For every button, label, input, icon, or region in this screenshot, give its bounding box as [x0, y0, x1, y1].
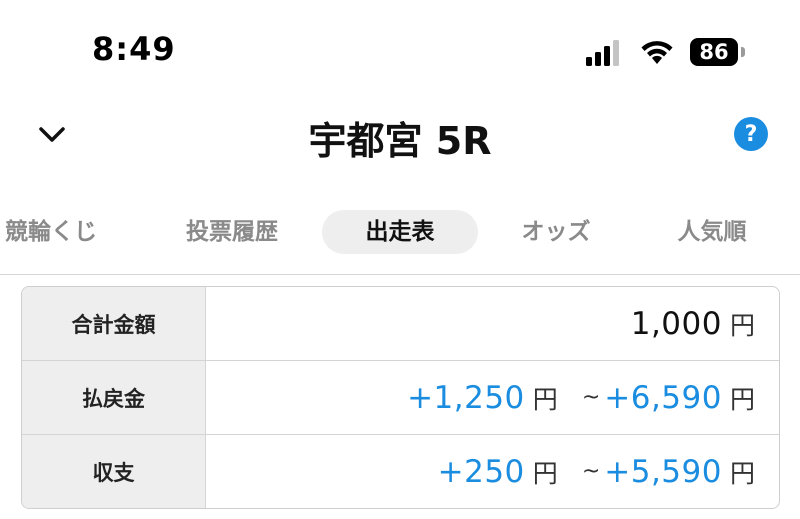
balance-max: +5,590 [604, 453, 722, 490]
tab-vote-history[interactable]: 投票履歴 [176, 210, 288, 254]
battery-cap [741, 47, 745, 57]
table-row-payout: 払戻金 +1,250 円 ~ +6,590 円 [22, 361, 779, 435]
payout-max: +6,590 [604, 379, 722, 416]
summary-table: 合計金額 1,000 円 払戻金 +1,250 円 ~ +6,590 円 収支 … [21, 286, 780, 509]
battery-icon: 86 [690, 38, 746, 68]
payout-max-unit: 円 [729, 384, 755, 414]
balance-separator: ~ [581, 459, 601, 484]
battery-level: 86 [690, 38, 738, 66]
wifi-icon [641, 41, 673, 64]
status-time: 8:49 [92, 30, 176, 68]
table-row-total: 合計金額 1,000 円 [22, 287, 779, 361]
payout-min: +1,250 [407, 379, 525, 416]
page-title: 宇都宮 5R [308, 119, 492, 163]
payout-value: +1,250 円 ~ +6,590 円 [206, 361, 779, 434]
cellular-signal-icon [586, 40, 619, 66]
tab-bar: 競輪くじ 投票履歴 出走表 オッズ 人気順 [0, 206, 800, 258]
balance-min-unit: 円 [532, 458, 558, 488]
tab-odds[interactable]: オッズ [510, 210, 602, 254]
status-bar: 8:49 86 [0, 0, 800, 100]
tab-race-card[interactable]: 出走表 [322, 210, 478, 254]
table-row-balance: 収支 +250 円 ~ +5,590 円 [22, 435, 779, 508]
balance-label: 収支 [22, 435, 206, 508]
total-unit: 円 [729, 310, 755, 340]
tab-popularity[interactable]: 人気順 [668, 210, 756, 254]
balance-value: +250 円 ~ +5,590 円 [206, 435, 779, 508]
balance-min: +250 [437, 453, 525, 490]
total-amount: 1,000 [630, 305, 722, 342]
header: 宇都宮 5R ? [0, 100, 800, 170]
balance-max-unit: 円 [729, 458, 755, 488]
help-icon[interactable]: ? [734, 117, 768, 151]
payout-label: 払戻金 [22, 361, 206, 434]
total-value: 1,000 円 [206, 287, 779, 360]
tabs-divider [0, 274, 800, 275]
total-label: 合計金額 [22, 287, 206, 360]
payout-min-unit: 円 [532, 384, 558, 414]
tab-keirin-kuji[interactable]: 競輪くじ [0, 210, 106, 254]
payout-separator: ~ [581, 385, 601, 410]
